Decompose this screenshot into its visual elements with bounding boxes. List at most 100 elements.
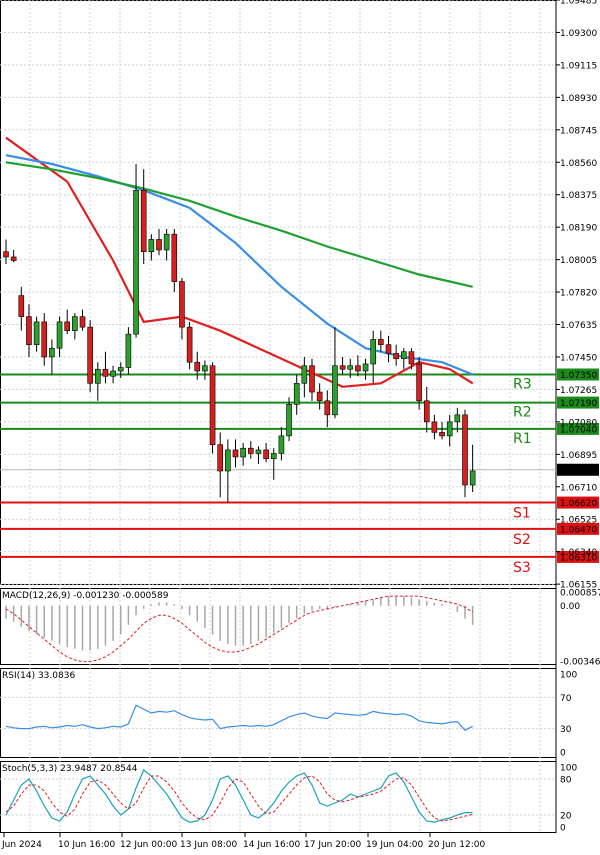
stoch-axis-label: 100 <box>560 764 577 774</box>
rsi-axis-label: 70 <box>560 694 572 704</box>
candle-body <box>362 363 369 372</box>
time-tick-label: Jun 2024 <box>1 840 42 850</box>
price-tick-label: 1.09115 <box>560 61 597 71</box>
candle-body <box>255 449 262 454</box>
grid <box>0 0 557 833</box>
candle-body <box>339 365 346 370</box>
time-tick-label: 20 Jun 12:00 <box>428 840 485 850</box>
candlesticks <box>3 164 476 503</box>
candle-body <box>347 365 354 370</box>
rsi-line <box>5 704 473 731</box>
time-tick-label: 14 Jun 16:00 <box>243 840 300 850</box>
level-price-label: 1.06620 <box>560 499 597 509</box>
candle-body <box>133 190 139 335</box>
price-tick-label: 1.08005 <box>560 256 597 266</box>
forex-chart: R31.07350R21.07190R11.07040S11.06620S21.… <box>0 0 600 850</box>
price-tick-label: 1.09300 <box>560 29 597 39</box>
price-tick-label: 1.06895 <box>560 451 597 461</box>
macd-signal-line <box>5 595 473 663</box>
time-tick-label: 17 Jun 20:00 <box>304 840 361 850</box>
candle-body <box>332 365 338 416</box>
stoch-axis-label: 80 <box>560 776 572 786</box>
candle-body <box>316 391 323 402</box>
candle-body <box>278 435 285 454</box>
time-tick-label: 13 Jun 08:00 <box>180 840 237 850</box>
candle-body <box>416 363 422 402</box>
stoch-axis-label: 20 <box>560 812 572 822</box>
candle-body <box>431 421 438 433</box>
macd-axis-label: -0.003462 <box>560 658 600 668</box>
candle-body <box>41 321 48 358</box>
candle-body <box>140 190 147 253</box>
rsi-pane: RSI(14) 33.0836 100 70 30 0 <box>0 671 577 759</box>
candle-body <box>378 339 384 345</box>
candle-body <box>148 239 155 253</box>
level-price-label: 1.07350 <box>560 371 597 381</box>
level-price-label: 1.06470 <box>560 525 597 535</box>
candle-body <box>439 432 445 437</box>
candle-body <box>209 365 216 445</box>
level-label-r2: R2 <box>513 405 532 421</box>
candle-body <box>270 453 277 460</box>
pane-frame <box>0 668 557 758</box>
macd-axis-label: 0.000857 <box>560 589 600 599</box>
price-tick-label: 1.06525 <box>560 516 597 526</box>
candle-body <box>393 353 399 360</box>
candle-body <box>64 321 70 331</box>
price-tick-label: 1.06710 <box>560 483 597 493</box>
price-tick-label: 1.08745 <box>560 126 597 136</box>
candle-body <box>56 321 63 349</box>
level-label-s3: S3 <box>513 560 531 576</box>
candle-body <box>301 365 308 384</box>
price-tick-label: 1.08560 <box>560 159 597 169</box>
moving-average-line <box>5 154 474 376</box>
candle-body <box>263 449 269 460</box>
level-label-r1: R1 <box>513 431 532 447</box>
candle-body <box>3 251 9 258</box>
price-tick-label: 1.07820 <box>560 289 597 299</box>
level-label-r3: R3 <box>513 377 532 393</box>
candle-body <box>293 382 300 405</box>
candle-body <box>18 295 25 317</box>
price-tick-label: 1.08930 <box>560 94 597 104</box>
candle-body <box>87 326 93 384</box>
candle-body <box>110 370 116 377</box>
stoch-axis-label: 0 <box>560 824 566 834</box>
candle-body <box>385 344 392 354</box>
price-tick-label: 1.07265 <box>560 386 597 396</box>
candle-body <box>72 316 78 331</box>
candle-body <box>26 316 32 345</box>
candle-body <box>469 470 476 486</box>
rsi-axis-label: 0 <box>560 749 566 759</box>
price-tick-label: 1.07080 <box>560 418 597 428</box>
level-price-label: 1.07190 <box>560 399 597 409</box>
candle-body <box>324 400 331 416</box>
candle-body <box>194 361 201 372</box>
candle-body <box>408 351 415 365</box>
candle-body <box>225 449 231 472</box>
candle-body <box>179 281 185 328</box>
candle-body <box>286 404 292 437</box>
price-tick-label: 1.07635 <box>560 321 597 331</box>
candle-body <box>95 368 101 384</box>
candle-body <box>102 368 109 377</box>
current-price-label: 1.06807 <box>560 466 597 476</box>
candle-body <box>446 421 453 437</box>
candle-body <box>186 326 193 363</box>
time-tick-label: 19 Jun 04:00 <box>366 840 423 850</box>
candle-body <box>49 347 55 358</box>
level-label-s2: S2 <box>513 532 531 548</box>
moving-average-line <box>5 136 474 388</box>
candle-body <box>171 233 178 282</box>
candle-body <box>355 365 361 372</box>
candle-body <box>217 444 223 472</box>
candle-body <box>400 351 407 360</box>
moving-averages <box>5 136 474 388</box>
rsi-title: RSI(14) 33.0836 <box>2 671 75 681</box>
price-tick-label: 1.09485 <box>560 0 597 7</box>
macd-title: MACD(12,26,9) -0.001230 -0.000589 <box>2 591 169 601</box>
time-tick-label: 10 Jun 16:00 <box>58 840 115 850</box>
candle-body <box>248 447 254 454</box>
rsi-axis-label: 100 <box>560 671 577 681</box>
price-tick-label: 1.08375 <box>560 191 597 201</box>
